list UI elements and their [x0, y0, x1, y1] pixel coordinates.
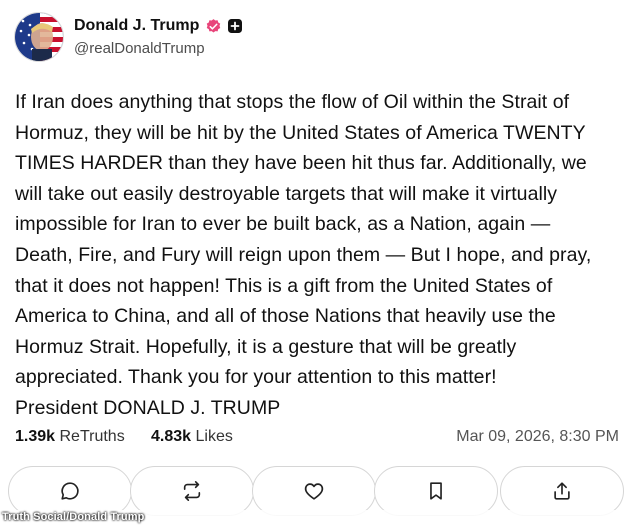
verified-badge-icon — [205, 18, 222, 35]
likes-count: 4.83k — [151, 428, 192, 445]
photo-credit: Truth Social/Donald Trump — [2, 511, 145, 523]
share-button[interactable] — [500, 466, 624, 516]
reply-icon — [61, 482, 79, 500]
likes-label: Likes — [195, 428, 233, 445]
action-bar — [0, 466, 634, 516]
post-text: If Iran does anything that stops the flo… — [15, 91, 592, 419]
retruths-label: ReTruths — [59, 428, 125, 445]
display-name[interactable]: Donald J. Trump — [74, 17, 199, 35]
plus-badge-icon — [228, 19, 243, 33]
retruths-count: 1.39k — [15, 428, 56, 445]
bookmark-icon — [430, 482, 442, 500]
avatar-image — [15, 13, 63, 61]
name-row: Donald J. Trump — [74, 17, 243, 35]
post-header: Donald J. Trump @realDonaldTrump — [14, 12, 614, 64]
post-timestamp[interactable]: Mar 09, 2026, 8:30 PM — [456, 428, 619, 446]
user-handle[interactable]: @realDonaldTrump — [74, 40, 205, 57]
photo-credit-bar: Truth Social/Donald Trump — [0, 510, 634, 525]
retruth-button[interactable] — [130, 466, 254, 516]
bookmark-button[interactable] — [374, 466, 498, 516]
avatar[interactable] — [14, 12, 64, 62]
post-stats: 1.39k ReTruths 4.83k Likes Mar 09, 2026,… — [15, 428, 619, 452]
likes-stat[interactable]: 4.83k Likes — [151, 428, 233, 446]
like-button[interactable] — [252, 466, 376, 516]
reply-button[interactable] — [8, 466, 132, 516]
heart-icon — [304, 483, 324, 500]
share-icon — [554, 482, 570, 500]
retruths-stat[interactable]: 1.39k ReTruths — [15, 428, 125, 446]
retruth-icon — [183, 481, 201, 501]
